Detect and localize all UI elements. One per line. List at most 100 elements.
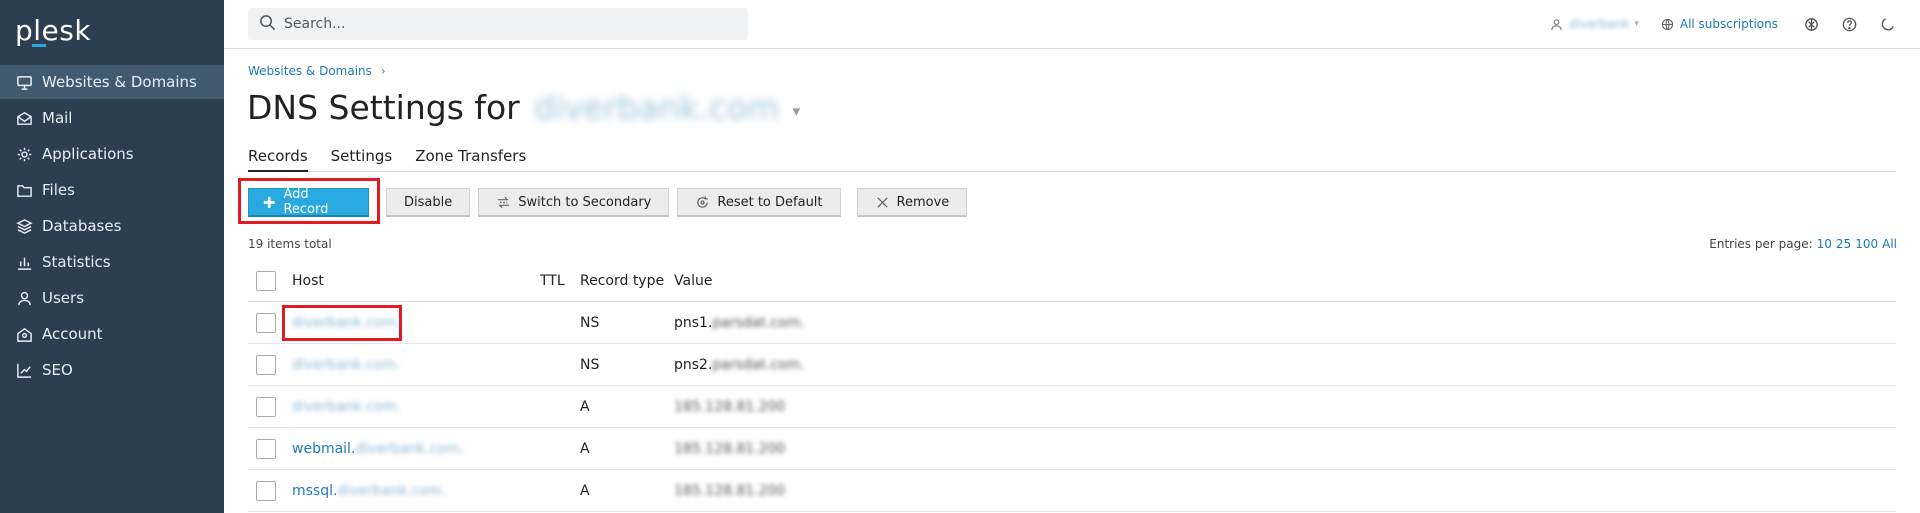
sidebar-item-mail[interactable]: Mail: [0, 101, 224, 135]
sidebar-item-label: Databases: [42, 217, 122, 235]
sidebar-item-account[interactable]: Account: [0, 317, 224, 351]
entries-per-page-label: Entries per page:: [1709, 237, 1813, 251]
host-link[interactable]: diverbank.com.: [292, 357, 401, 373]
sidebar-item-label: Account: [42, 325, 103, 343]
row-checkbox[interactable]: [256, 354, 276, 375]
switch-to-secondary-button[interactable]: Switch to Secondary: [478, 188, 670, 217]
reset-to-default-label: Reset to Default: [717, 194, 823, 210]
sidebar-item-seo[interactable]: SEO: [0, 353, 224, 387]
account-icon: [15, 325, 33, 343]
reset-to-default-button[interactable]: Reset to Default: [677, 188, 841, 217]
tab-records[interactable]: Records: [248, 146, 308, 172]
record-type: NS: [580, 356, 600, 373]
value-rest: 185.128.81.200: [674, 482, 786, 499]
page-size-all[interactable]: All: [1882, 237, 1897, 251]
record-value: 185.128.81.200: [674, 399, 785, 415]
tab-zone-transfers[interactable]: Zone Transfers: [415, 146, 526, 172]
page-size-10[interactable]: 10: [1817, 237, 1832, 251]
logo-underscore: [32, 44, 46, 47]
column-header-record-type[interactable]: Record type: [580, 273, 664, 289]
value-prefix: pns2.: [674, 356, 713, 373]
sidebar: plesk Websites & Domains Mail Applicatio…: [0, 0, 224, 513]
row-checkbox[interactable]: [256, 438, 276, 459]
record-value: 185.128.81.200: [674, 483, 785, 499]
help-icon[interactable]: [1840, 15, 1858, 33]
user-menu[interactable]: diverbank ▾: [1550, 17, 1639, 31]
dark-mode-icon[interactable]: [1878, 15, 1896, 33]
disable-label: Disable: [404, 194, 453, 210]
layers-icon: [15, 217, 33, 235]
tab-bar: Records Settings Zone Transfers: [248, 146, 1896, 172]
page-title-text: DNS Settings for: [247, 88, 520, 127]
sidebar-item-label: Websites & Domains: [42, 73, 197, 91]
record-value: pns1.parsdat.com.: [674, 315, 805, 331]
column-header-value[interactable]: Value: [674, 273, 712, 289]
remove-x-icon: [876, 196, 888, 208]
row-checkbox[interactable]: [256, 480, 276, 501]
sidebar-item-users[interactable]: Users: [0, 281, 224, 315]
mail-icon: [15, 109, 33, 127]
row-checkbox[interactable]: [256, 312, 276, 333]
table-row: mssql.diverbank.com. A 185.128.81.200: [248, 470, 1896, 512]
host-link[interactable]: diverbank.com.: [292, 315, 401, 331]
record-type: A: [580, 440, 590, 457]
host-prefix: mssql.: [292, 482, 338, 499]
record-type: A: [580, 482, 590, 499]
gear-icon: [15, 145, 33, 163]
user-icon: [15, 289, 33, 307]
table-row: diverbank.com. NS pns2.parsdat.com.: [248, 344, 1896, 386]
page-size-25[interactable]: 25: [1836, 237, 1851, 251]
chevron-right-icon: ›: [380, 64, 386, 78]
value-rest: 185.128.81.200: [674, 440, 786, 457]
sidebar-item-statistics[interactable]: Statistics: [0, 245, 224, 279]
user-name: diverbank: [1569, 17, 1630, 31]
subscriptions-label: All subscriptions: [1679, 17, 1778, 31]
breadcrumb-link[interactable]: Websites & Domains: [248, 64, 372, 78]
sidebar-item-applications[interactable]: Applications: [0, 137, 224, 171]
row-checkbox[interactable]: [256, 396, 276, 417]
host-link[interactable]: diverbank.com.: [292, 399, 401, 415]
domain-selector[interactable]: diverbank.com: [534, 88, 780, 127]
sidebar-item-label: Statistics: [42, 253, 111, 271]
chevron-down-icon: ▾: [1634, 19, 1639, 29]
tab-settings[interactable]: Settings: [331, 146, 393, 172]
items-count: 19 items total: [248, 237, 332, 251]
sidebar-item-label: Applications: [42, 145, 134, 163]
host-domain: diverbank.com.: [337, 482, 447, 499]
sidebar-item-databases[interactable]: Databases: [0, 209, 224, 243]
column-header-host[interactable]: Host: [292, 273, 324, 289]
extensions-icon[interactable]: [1802, 15, 1820, 33]
switch-arrows-icon: [498, 196, 510, 208]
value-rest: 185.128.81.200: [674, 398, 786, 415]
monitor-icon: [15, 73, 33, 91]
search-input[interactable]: [284, 16, 724, 32]
search-box[interactable]: [248, 8, 748, 40]
sidebar-item-label: Users: [42, 289, 85, 307]
page-size-100[interactable]: 100: [1855, 237, 1878, 251]
seo-chart-icon: [15, 361, 33, 379]
record-type: A: [580, 398, 590, 415]
highlight-box-add-record: [238, 178, 380, 224]
folder-icon: [15, 181, 33, 199]
breadcrumb: Websites & Domains ›: [248, 64, 386, 78]
table-row: diverbank.com. A 185.128.81.200: [248, 386, 1896, 428]
subscriptions-selector[interactable]: All subscriptions: [1661, 17, 1778, 31]
column-header-ttl[interactable]: TTL: [540, 273, 565, 289]
select-all-checkbox[interactable]: [256, 270, 276, 291]
user-icon: [1551, 18, 1563, 30]
top-right-controls: diverbank ▾ All subscriptions: [1550, 0, 1920, 48]
sidebar-item-files[interactable]: Files: [0, 173, 224, 207]
host-domain: diverbank.com.: [292, 398, 401, 415]
record-value: 185.128.81.200: [674, 441, 785, 457]
host-link[interactable]: webmail.diverbank.com.: [292, 441, 464, 457]
switch-to-secondary-label: Switch to Secondary: [518, 194, 652, 210]
remove-button[interactable]: Remove: [856, 188, 968, 217]
plesk-logo[interactable]: plesk: [15, 14, 91, 47]
host-link[interactable]: mssql.diverbank.com.: [292, 483, 446, 499]
sidebar-item-websites-domains[interactable]: Websites & Domains: [0, 65, 224, 99]
host-domain: diverbank.com.: [292, 314, 401, 331]
entries-per-page: Entries per page: 10 25 100 All: [1709, 237, 1897, 251]
table-header: Host TTL Record type Value: [248, 260, 1896, 302]
disable-button[interactable]: Disable: [386, 188, 471, 217]
chevron-down-icon[interactable]: ▾: [792, 102, 800, 120]
